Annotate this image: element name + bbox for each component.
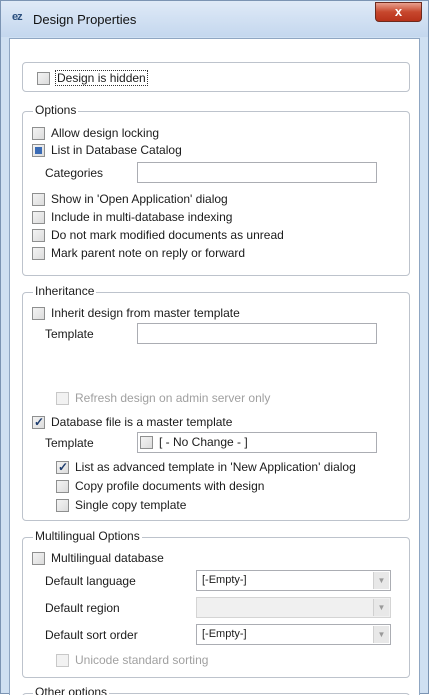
chevron-down-icon[interactable]: ▼ — [373, 626, 389, 643]
master-template-input[interactable]: [ - No Change - ] — [137, 432, 377, 453]
show-open-app-row[interactable]: Show in 'Open Application' dialog — [32, 191, 228, 207]
window-title: Design Properties — [33, 12, 137, 27]
multilingual-group: Multilingual Options Multilingual databa… — [22, 529, 410, 678]
inherit-design-row[interactable]: Inherit design from master template — [32, 305, 240, 321]
dialog-window: ez Design Properties x Design is hidden … — [0, 0, 429, 695]
categories-input[interactable] — [137, 162, 377, 183]
is-master-checkbox[interactable] — [32, 415, 45, 429]
default-language-label: Default language — [45, 574, 136, 588]
copy-profile-row[interactable]: Copy profile documents with design — [56, 478, 264, 494]
refresh-admin-checkbox — [56, 391, 69, 405]
app-icon: ez — [12, 11, 23, 23]
single-copy-row[interactable]: Single copy template — [56, 497, 186, 513]
master-template-label: Template — [45, 436, 94, 450]
inheritance-group: Inheritance Inherit design from master t… — [22, 284, 410, 521]
default-sort-label: Default sort order — [45, 628, 138, 642]
default-region-select: ▼ — [196, 597, 391, 618]
title-bar[interactable]: ez Design Properties x — [1, 1, 428, 37]
multilingual-legend: Multilingual Options — [33, 529, 142, 543]
mark-parent-label: Mark parent note on reply or forward — [51, 246, 246, 260]
show-open-app-label: Show in 'Open Application' dialog — [51, 192, 228, 206]
unicode-sorting-row: Unicode standard sorting — [56, 652, 208, 668]
refresh-admin-label: Refresh design on admin server only — [75, 391, 271, 405]
no-mark-unread-row[interactable]: Do not mark modified documents as unread — [32, 227, 284, 243]
show-open-app-checkbox[interactable] — [32, 192, 45, 206]
copy-profile-label: Copy profile documents with design — [75, 479, 265, 493]
list-catalog-row[interactable]: List in Database Catalog — [32, 142, 182, 158]
options-legend: Options — [33, 103, 79, 117]
multi-db-index-checkbox[interactable] — [32, 210, 45, 224]
multilingual-db-checkbox[interactable] — [32, 551, 45, 565]
list-advanced-row[interactable]: List as advanced template in 'New Applic… — [56, 459, 356, 475]
multilingual-db-row[interactable]: Multilingual database — [32, 550, 164, 566]
categories-label: Categories — [45, 166, 104, 180]
default-language-select[interactable]: [-Empty-] ▼ — [196, 570, 391, 591]
design-hidden-group: Design is hidden — [22, 62, 410, 92]
inherit-design-label: Inherit design from master template — [51, 306, 240, 320]
list-catalog-label: List in Database Catalog — [51, 143, 182, 157]
mark-parent-checkbox[interactable] — [32, 246, 45, 260]
default-sort-value: [-Empty-] — [202, 628, 247, 640]
multi-db-index-label: Include in multi-database indexing — [51, 210, 233, 224]
allow-locking-label: Allow design locking — [51, 126, 160, 140]
copy-profile-checkbox[interactable] — [56, 479, 69, 493]
single-copy-label: Single copy template — [75, 498, 187, 512]
template-input[interactable] — [137, 323, 377, 344]
unicode-sorting-checkbox — [56, 653, 69, 667]
master-template-text: [ - No Change - ] — [159, 435, 248, 449]
list-advanced-checkbox[interactable] — [56, 460, 69, 474]
single-copy-checkbox[interactable] — [56, 498, 69, 512]
list-advanced-label: List as advanced template in 'New Applic… — [75, 460, 356, 474]
is-master-row[interactable]: Database file is a master template — [32, 414, 232, 430]
no-mark-unread-label: Do not mark modified documents as unread — [51, 228, 284, 242]
design-hidden-checkbox[interactable] — [37, 71, 50, 85]
master-template-checkbox[interactable] — [140, 435, 153, 449]
default-language-value: [-Empty-] — [202, 574, 247, 586]
close-button[interactable]: x — [375, 2, 422, 22]
template-label: Template — [45, 327, 94, 341]
list-catalog-checkbox[interactable] — [32, 143, 45, 157]
default-sort-select[interactable]: [-Empty-] ▼ — [196, 624, 391, 645]
no-mark-unread-checkbox[interactable] — [32, 228, 45, 242]
multilingual-db-label: Multilingual database — [51, 551, 164, 565]
is-master-label: Database file is a master template — [51, 415, 233, 429]
refresh-admin-row: Refresh design on admin server only — [56, 390, 270, 406]
default-region-label: Default region — [45, 601, 120, 615]
design-hidden-label: Design is hidden — [55, 70, 148, 86]
options-group: Options Allow design locking List in Dat… — [22, 103, 410, 276]
allow-locking-row[interactable]: Allow design locking — [32, 125, 159, 141]
allow-locking-checkbox[interactable] — [32, 126, 45, 140]
unicode-sorting-label: Unicode standard sorting — [75, 653, 209, 667]
inheritance-legend: Inheritance — [33, 284, 97, 298]
chevron-down-icon: ▼ — [373, 599, 389, 616]
inherit-design-checkbox[interactable] — [32, 306, 45, 320]
design-hidden-checkbox-row[interactable]: Design is hidden — [37, 70, 148, 86]
chevron-down-icon[interactable]: ▼ — [373, 572, 389, 589]
multi-db-index-row[interactable]: Include in multi-database indexing — [32, 209, 232, 225]
mark-parent-row[interactable]: Mark parent note on reply or forward — [32, 245, 245, 261]
dialog-content: Design is hidden Options Allow design lo… — [9, 38, 420, 695]
master-template-value: [ - No Change - ] — [140, 435, 248, 449]
